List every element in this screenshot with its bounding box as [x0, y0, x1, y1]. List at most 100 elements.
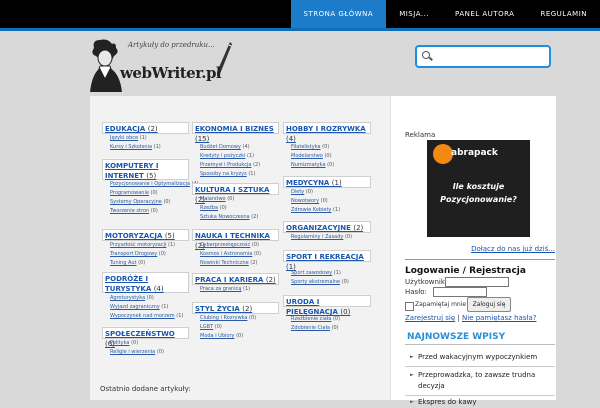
category-link[interactable]: HOBBY I ROZRYWKA (4) — [284, 123, 370, 145]
username-field[interactable] — [445, 277, 509, 287]
logo-name: webWriter.pl — [120, 64, 222, 82]
last-added-heading: Ostatnio dodane artykuły: — [100, 385, 191, 393]
bullet-icon: ► — [410, 354, 414, 360]
subcategory-item[interactable]: Diety (0) — [291, 188, 340, 197]
subcategory-item[interactable]: Sztuka Nowoczesna (2) — [200, 213, 258, 222]
forgot-password-link[interactable]: Nie pamiętasz hasła? — [462, 314, 536, 322]
subcategory-item[interactable]: Regulaminy i Zasady (0) — [291, 233, 352, 242]
nav-item-author-panel[interactable]: PANEL AUTORA — [442, 0, 527, 28]
subcategory-item[interactable]: Wypoczynek nad morzem (1) — [110, 312, 183, 321]
subcategory-item[interactable]: Transport Drogowy (0) — [110, 250, 175, 259]
category-link[interactable]: PODRÓŻE I TURYSTYKA (4) — [103, 273, 188, 295]
post-link[interactable]: ► Przeprowadzka, to zawsze trudna decyzja — [410, 370, 543, 392]
top-accent-line — [0, 28, 600, 31]
sidebar: Reklama abrapack Ile kosztuje Pozycjonow… — [405, 96, 555, 406]
subcategory-item[interactable]: Filatelistyka (0) — [291, 143, 334, 152]
subcategory-item[interactable]: Programowanie (0) — [110, 189, 199, 198]
subcategory-item[interactable]: Kredyty i pożyczki (1) — [200, 152, 260, 161]
subcategory-item[interactable]: Religie i wierzenia (0) — [110, 348, 164, 357]
subcategory-item[interactable]: Sporty ekstremalne (0) — [291, 278, 349, 287]
subcategory-item[interactable]: Przemysł i Produkcja (2) — [200, 161, 260, 170]
category-box: HOBBY I ROZRYWKA (4) — [283, 122, 371, 143]
subcategory-item[interactable]: Pozycjonowanie i Optymalizacja (4) — [110, 180, 199, 189]
subcategory-list: Budżet Domowy (4) Kredyty i pożyczki (1)… — [200, 143, 260, 179]
search-icon — [422, 51, 430, 59]
category-box: ORGANIZACYJNE (2) — [283, 221, 371, 233]
subcategory-item[interactable]: Kosmos i Astronomia (0) — [200, 250, 261, 259]
subcategory-item[interactable]: Sposoby na kryzys (1) — [200, 170, 260, 179]
subcategory-item[interactable]: Nowinki Techniczne (2) — [200, 259, 261, 268]
category-box: KOMPUTERY I INTERNET (5) — [102, 159, 189, 180]
subcategory-item[interactable]: Zdrowie Kobiety (1) — [291, 206, 340, 215]
category-box: URODA I PIELĘGNACJA (0) — [283, 295, 371, 316]
subcategory-item[interactable]: Przyszłość motoryzacji (1) — [110, 241, 175, 250]
category-box: PODRÓŻE I TURYSTYKA (4) — [102, 272, 189, 293]
subcategory-list: Polityka (0) Religie i wierzenia (0) — [110, 339, 164, 357]
category-box: NAUKA I TECHNIKA (2) — [192, 229, 279, 250]
search-input[interactable] — [435, 49, 543, 63]
subcategory-item[interactable]: Kursy i Szkolenia (1) — [110, 143, 161, 152]
password-label: Hasło: — [405, 288, 427, 296]
bullet-icon: ► — [410, 372, 414, 378]
subcategory-item[interactable]: Numizmatyka (0) — [291, 161, 334, 170]
ad-banner[interactable]: abrapack Ile kosztuje Pozycjonowanie? — [427, 140, 530, 237]
subcategory-item[interactable]: Agroturystyka (0) — [110, 294, 183, 303]
subcategory-list: Malarstwo (0) Rzeźba (0) Sztuka Nowoczes… — [200, 195, 258, 222]
site-logo[interactable]: Artykuły do przedruku... webWriter.pl — [86, 36, 246, 94]
new-posts-heading: NAJNOWSZE WPISY — [407, 332, 506, 342]
post-link[interactable]: ► Przed wakacyjnym wypoczynkiem — [410, 352, 543, 363]
ad-brand-row: abrapack — [433, 144, 526, 166]
category-box: PRACA I KARIERA (2) — [192, 273, 279, 285]
search-box[interactable] — [415, 45, 551, 68]
subcategory-item[interactable]: Nowotwory (0) — [291, 197, 340, 206]
category-link[interactable]: EKONOMIA I BIZNES (15) — [193, 123, 278, 145]
remember-checkbox[interactable] — [405, 302, 414, 311]
subcategory-item[interactable]: Tworzenie stron (0) — [110, 207, 199, 216]
subcategory-item[interactable]: Języki obce (1) — [110, 134, 161, 143]
category-box: EKONOMIA I BIZNES (15) — [192, 122, 279, 143]
subcategory-item[interactable]: Clubing i Rozrywka (0) — [200, 314, 256, 323]
subcategory-item[interactable]: Sport zawodowy (1) — [291, 269, 349, 278]
subcategory-item[interactable]: Tuning Aut (0) — [110, 259, 175, 268]
subcategory-item[interactable]: Polityka (0) — [110, 339, 164, 348]
subcategory-item[interactable]: Budżet Domowy (4) — [200, 143, 260, 152]
subcategory-list: Clubing i Rozrywka (0) LGBT (0) Moda i U… — [200, 314, 256, 341]
subcategory-list: Cyberprzestępczość (0) Kosmos i Astronom… — [200, 241, 261, 268]
nav-item-rules[interactable]: REGULAMIN — [527, 0, 600, 28]
subcategory-item[interactable]: Cyberprzestępczość (0) — [200, 241, 261, 250]
join-link[interactable]: Dołącz do nas już dziś... — [471, 245, 555, 253]
subcategory-item[interactable]: Systemy Operacyjne (0) — [110, 198, 199, 207]
divider — [405, 344, 555, 345]
category-link[interactable]: KOMPUTERY I INTERNET (5) — [103, 160, 188, 182]
subcategory-item[interactable]: Malarstwo (0) — [200, 195, 258, 204]
subcategory-item[interactable]: Rzeźbienie ciała (0) — [291, 315, 340, 324]
login-heading: Logowanie / Rejestracja — [405, 266, 526, 276]
subcategory-item[interactable]: Wyjazd zagraniczny (1) — [110, 303, 183, 312]
password-field[interactable] — [433, 287, 487, 297]
ad-logo-icon — [433, 144, 453, 164]
ad-brand: abrapack — [451, 148, 498, 158]
register-link[interactable]: Zarejestruj się — [405, 314, 455, 322]
subcategory-item[interactable]: Modelarstwo (0) — [291, 152, 334, 161]
subcategory-item[interactable]: LGBT (0) — [200, 323, 256, 332]
subcategory-item[interactable]: Zdobienie Ciała (0) — [291, 324, 340, 333]
subcategory-list: Diety (0) Nowotwory (0) Zdrowie Kobiety … — [291, 188, 340, 215]
subcategory-list: Agroturystyka (0) Wyjazd zagraniczny (1)… — [110, 294, 183, 321]
post-link[interactable]: ► Ekspres do kawy — [410, 397, 543, 408]
nav-item-home[interactable]: STRONA GŁÓWNA — [290, 0, 387, 28]
category-box: MEDYCYNA (1) — [283, 176, 371, 188]
subcategory-item[interactable]: Moda i Ubiory (0) — [200, 332, 256, 341]
category-box: KULTURA I SZTUKA (2) — [192, 183, 279, 204]
category-box: SPOŁECZEŃSTWO (6) — [102, 327, 189, 348]
subcategory-item[interactable]: Rzeźba (0) — [200, 204, 258, 213]
bullet-icon: ► — [410, 399, 414, 405]
subcategory-list: Przyszłość motoryzacji (1) Transport Dro… — [110, 241, 175, 268]
subcategory-item[interactable]: Praca za granicą (1) — [200, 285, 250, 294]
subcategory-list: Praca za granicą (1) — [200, 285, 250, 294]
category-directory: EDUKACJA (2) Języki obce (1) Kursy i Szk… — [90, 96, 391, 400]
login-button[interactable]: Zaloguj się — [467, 297, 511, 312]
nav-item-mission[interactable]: MISJA... — [386, 0, 442, 28]
divider — [405, 259, 555, 260]
subcategory-list: Filatelistyka (0) Modelarstwo (0) Numizm… — [291, 143, 334, 170]
ad-text: Ile kosztuje Pozycjonowanie? — [440, 182, 517, 204]
